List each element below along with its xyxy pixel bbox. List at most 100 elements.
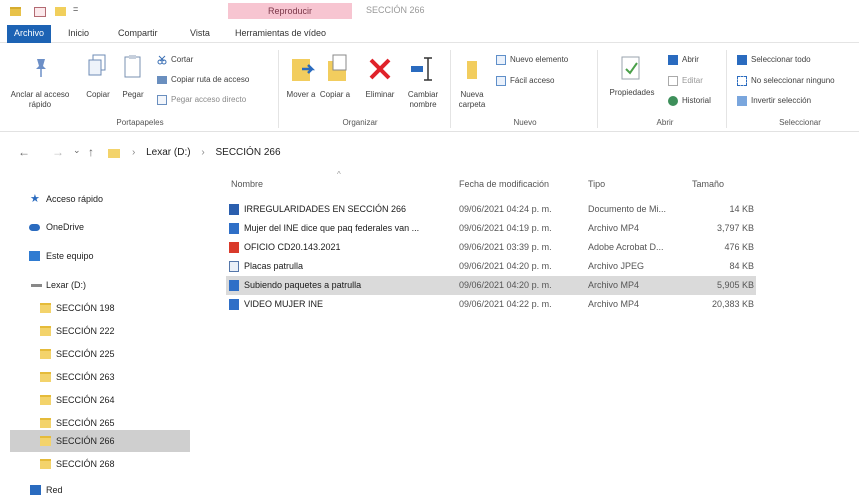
delete-icon	[368, 57, 392, 81]
nav-item-folder[interactable]: SECCIÓN 263	[10, 366, 190, 388]
properties-button[interactable]: Propiedades	[604, 88, 660, 98]
column-header-type[interactable]: Tipo	[588, 179, 605, 189]
folder-icon	[40, 459, 51, 469]
nav-item-label: SECCIÓN 222	[56, 326, 115, 336]
file-name: Placas patrulla	[244, 261, 304, 271]
nav-item-label: OneDrive	[46, 222, 85, 232]
context-tab-reproducir[interactable]: Reproducir	[228, 3, 352, 19]
folder-icon[interactable]	[10, 7, 21, 16]
file-name: IRREGULARIDADES EN SECCIÓN 266	[244, 204, 407, 214]
select-all-button[interactable]: Seleccionar todo	[751, 55, 811, 65]
easy-access-icon	[496, 76, 506, 86]
tab-compartir[interactable]: Compartir	[112, 25, 164, 43]
paste-shortcut-button[interactable]: Pegar acceso directo	[171, 95, 246, 105]
table-row-selected[interactable]: Subiendo paquetes a patrulla 09/06/2021 …	[226, 276, 756, 295]
nav-item-label: Este equipo	[46, 251, 94, 261]
cut-button[interactable]: Cortar	[171, 55, 193, 65]
file-list: ^ Nombre Fecha de modificación Tipo Tama…	[214, 170, 859, 372]
sort-ascending-icon: ^	[337, 170, 341, 179]
column-header-date[interactable]: Fecha de modificación	[459, 179, 549, 189]
new-folder-button[interactable]: Nueva carpeta	[452, 90, 492, 110]
copy-icon	[88, 54, 108, 78]
recent-locations-button[interactable]: ⌄	[73, 145, 81, 156]
file-type: Archivo MP4	[588, 299, 640, 309]
column-header-size[interactable]: Tamaño	[692, 179, 724, 189]
nav-item-onedrive[interactable]: OneDrive	[10, 216, 190, 238]
nav-item-label: SECCIÓN 225	[56, 349, 115, 359]
file-type: Adobe Acrobat D...	[588, 242, 664, 252]
nav-item-quick-access[interactable]: ★ Acceso rápido	[10, 188, 190, 210]
table-row[interactable]: Mujer del INE dice que paq federales van…	[226, 219, 756, 238]
video-file-icon	[229, 299, 239, 310]
folder-icon	[40, 349, 51, 359]
nav-item-folder[interactable]: SECCIÓN 264	[10, 389, 190, 411]
nav-item-folder[interactable]: SECCIÓN 268	[10, 453, 190, 475]
select-none-button[interactable]: No seleccionar ninguno	[751, 76, 835, 86]
tab-herramientas-video[interactable]: Herramientas de vídeo	[229, 25, 332, 43]
properties-icon[interactable]	[34, 7, 46, 17]
delete-button[interactable]: Eliminar	[360, 90, 400, 100]
new-folder-icon	[463, 57, 481, 81]
nav-item-folder-selected[interactable]: SECCIÓN 266	[10, 430, 190, 452]
up-button[interactable]: ↑	[88, 145, 94, 159]
tab-archivo[interactable]: Archivo	[7, 25, 51, 43]
table-row[interactable]: VIDEO MUJER INE 09/06/2021 04:22 p. m. A…	[226, 295, 756, 314]
breadcrumb-drive[interactable]: Lexar (D:)	[146, 147, 190, 158]
nav-item-label: SECCIÓN 268	[56, 459, 115, 469]
nav-item-folder[interactable]: SECCIÓN 222	[10, 320, 190, 342]
copy-path-button[interactable]: Copiar ruta de acceso	[171, 75, 249, 85]
breadcrumb-separator: ›	[132, 147, 136, 158]
column-header-name[interactable]: Nombre	[231, 179, 263, 189]
image-file-icon	[229, 261, 239, 272]
file-size: 20,383 KB	[711, 299, 754, 309]
table-row[interactable]: IRREGULARIDADES EN SECCIÓN 266 09/06/202…	[226, 200, 756, 219]
file-size: 3,797 KB	[716, 223, 754, 233]
open-button[interactable]: Abrir	[682, 55, 699, 65]
new-folder-icon[interactable]	[55, 7, 66, 16]
nav-item-label: Lexar (D:)	[46, 280, 87, 290]
group-label-nuevo: Nuevo	[513, 118, 537, 127]
easy-access-button[interactable]: Fácil acceso	[510, 76, 554, 86]
group-label-portapapeles: Portapapeles	[116, 118, 164, 127]
pin-quick-access-button[interactable]: Anclar al acceso rápido	[6, 90, 74, 110]
nav-item-this-pc[interactable]: Este equipo	[10, 245, 190, 267]
scissors-icon	[157, 55, 167, 65]
folder-icon	[40, 436, 51, 446]
invert-selection-button[interactable]: Invertir selección	[751, 96, 811, 106]
properties-icon	[620, 55, 642, 81]
copy-to-button[interactable]: Copiar a	[318, 90, 352, 100]
nav-item-folder[interactable]: SECCIÓN 225	[10, 343, 190, 365]
nav-item-label: Red	[46, 485, 63, 495]
file-date: 09/06/2021 04:20 p. m.	[459, 261, 552, 271]
nav-item-label: Acceso rápido	[46, 194, 104, 204]
file-name: Subiendo paquetes a patrulla	[244, 280, 362, 290]
edit-icon	[668, 76, 678, 86]
group-label-seleccionar: Seleccionar	[779, 118, 821, 127]
select-none-icon	[737, 76, 747, 86]
quick-access-dropdown[interactable]: =	[73, 4, 78, 14]
tab-inicio[interactable]: Inicio	[62, 25, 95, 43]
breadcrumb-folder[interactable]: SECCIÓN 266	[215, 147, 280, 158]
edit-button[interactable]: Editar	[682, 76, 703, 86]
tab-vista[interactable]: Vista	[184, 25, 216, 43]
new-item-button[interactable]: Nuevo elemento	[510, 55, 568, 65]
nav-item-folder[interactable]: SECCIÓN 198	[10, 297, 190, 319]
table-row[interactable]: Placas patrulla 09/06/2021 04:20 p. m. A…	[226, 257, 756, 276]
forward-button[interactable]: →	[52, 145, 64, 159]
nav-item-network[interactable]: Red	[10, 479, 190, 495]
history-button[interactable]: Historial	[682, 96, 711, 106]
table-row[interactable]: OFICIO CD20.143.2021 09/06/2021 03:39 p.…	[226, 238, 756, 257]
file-date: 09/06/2021 04:22 p. m.	[459, 299, 552, 309]
move-to-button[interactable]: Mover a	[284, 90, 318, 100]
copy-button[interactable]: Copiar	[80, 90, 116, 100]
group-divider	[278, 50, 279, 128]
rename-button[interactable]: Cambiar nombre	[402, 90, 444, 110]
new-item-icon	[496, 55, 506, 65]
group-divider	[726, 50, 727, 128]
file-type: Archivo MP4	[588, 280, 640, 290]
file-type: Documento de Mi...	[588, 204, 667, 214]
paste-button[interactable]: Pegar	[116, 90, 150, 100]
nav-item-drive[interactable]: Lexar (D:)	[10, 274, 190, 296]
back-button[interactable]: ←	[18, 145, 30, 159]
cloud-icon	[29, 224, 40, 231]
